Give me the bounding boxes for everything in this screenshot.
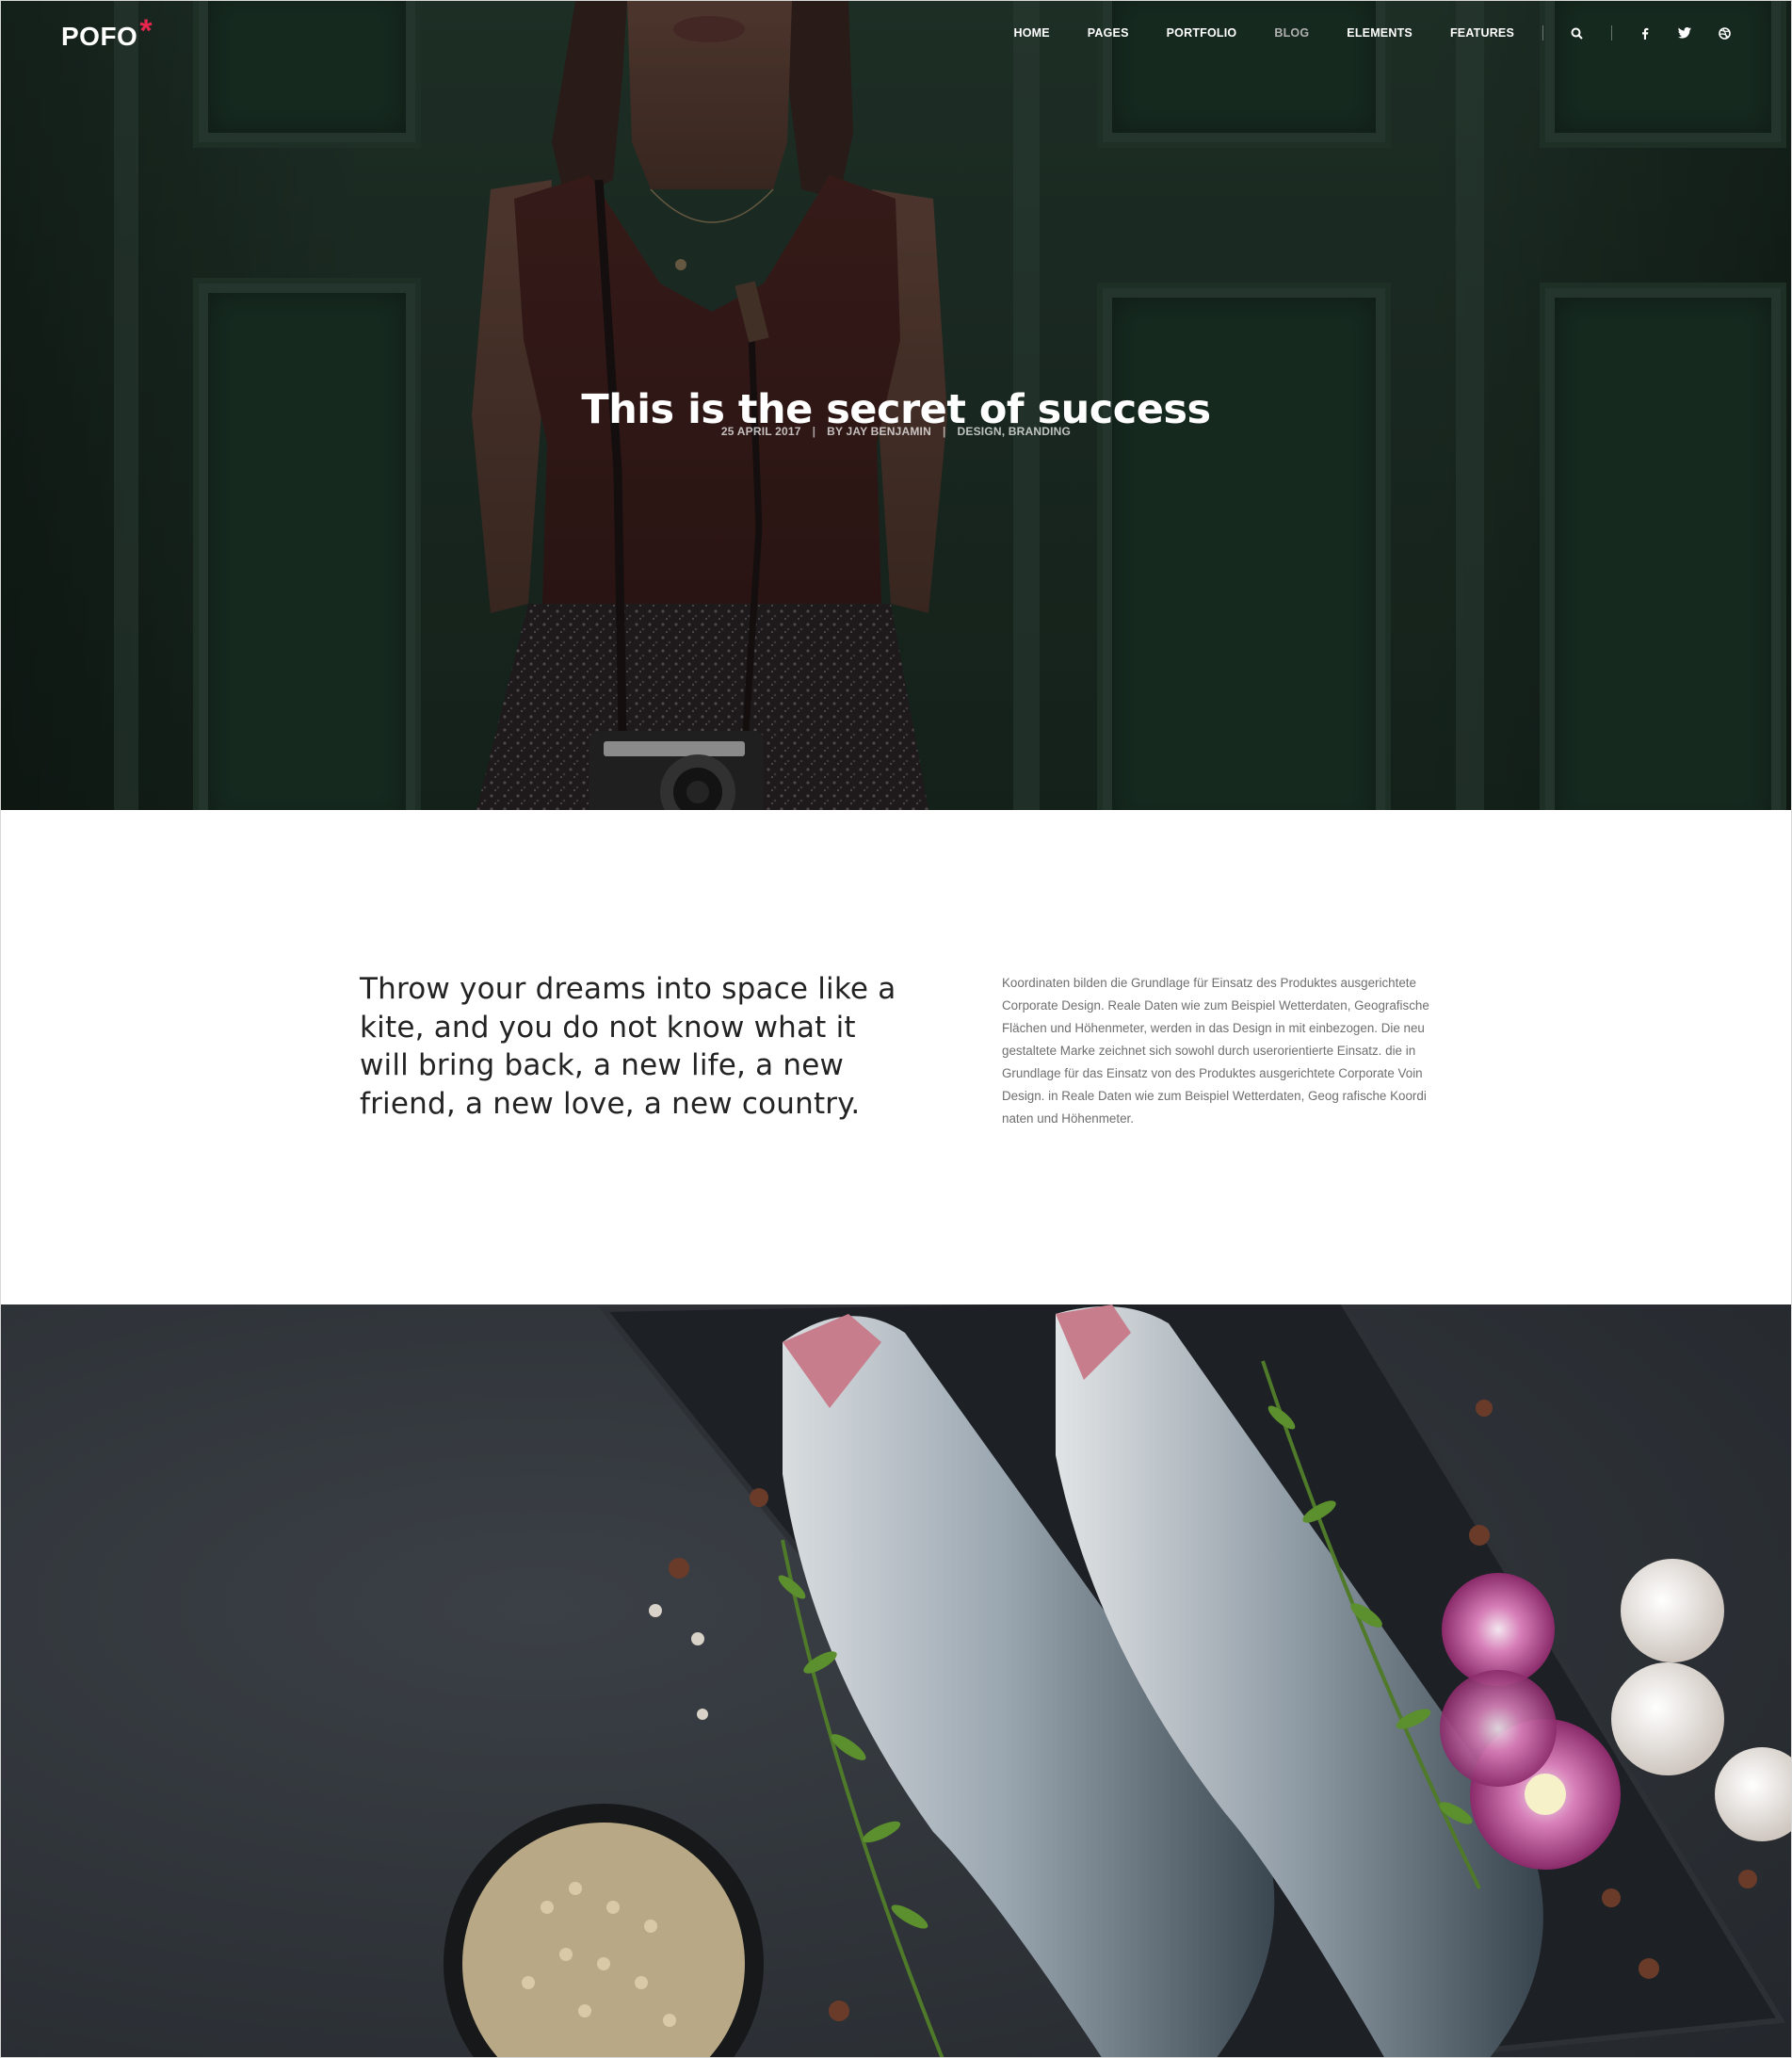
top-navbar: POFO * HOME PAGES PORTFOLIO BLOG ELEMENT… xyxy=(1,1,1791,67)
nav-features[interactable]: FEATURES xyxy=(1450,26,1514,40)
page: POFO * HOME PAGES PORTFOLIO BLOG ELEMENT… xyxy=(0,0,1792,2058)
dribbble-icon[interactable] xyxy=(1718,26,1731,40)
food-photo-fish xyxy=(1,1304,1791,2057)
logo-asterisk: * xyxy=(139,13,153,49)
facebook-icon[interactable] xyxy=(1639,26,1652,40)
nav-divider xyxy=(1611,25,1612,41)
post-categories[interactable]: DESIGN, BRANDING xyxy=(958,425,1072,438)
intro-quote: Throw your dreams into space like a kite… xyxy=(360,972,896,1121)
meta-separator: | xyxy=(812,425,816,438)
intro-body: Koordinaten bilden die Grundlage für Ein… xyxy=(1002,976,1429,1126)
nav-blog[interactable]: BLOG xyxy=(1274,26,1309,40)
post-date: 25 APRIL 2017 xyxy=(720,425,801,438)
post-meta: 25 APRIL 2017 | BY JAY BENJAMIN | DESIGN, BR… xyxy=(1,425,1791,438)
logo-text: POFO xyxy=(61,22,138,51)
nav-pages[interactable]: PAGES xyxy=(1088,26,1129,40)
site-logo[interactable]: POFO * xyxy=(61,13,153,52)
search-icon[interactable] xyxy=(1570,26,1583,40)
nav-home[interactable]: HOME xyxy=(1013,26,1049,40)
nav-elements[interactable]: ELEMENTS xyxy=(1347,26,1413,40)
hero-section: POFO * HOME PAGES PORTFOLIO BLOG ELEMENT… xyxy=(1,1,1791,810)
post-author[interactable]: BY JAY BENJAMIN xyxy=(827,425,931,438)
food-image-section xyxy=(1,1304,1791,2057)
intro-section: Throw your dreams into space like a kite… xyxy=(1,810,1791,1304)
nav-divider xyxy=(1542,25,1543,41)
twitter-icon[interactable] xyxy=(1678,26,1691,40)
meta-separator: | xyxy=(942,425,946,438)
nav-portfolio[interactable]: PORTFOLIO xyxy=(1167,26,1237,40)
main-menu: HOME PAGES PORTFOLIO BLOG ELEMENTS FEATU… xyxy=(976,25,1731,41)
